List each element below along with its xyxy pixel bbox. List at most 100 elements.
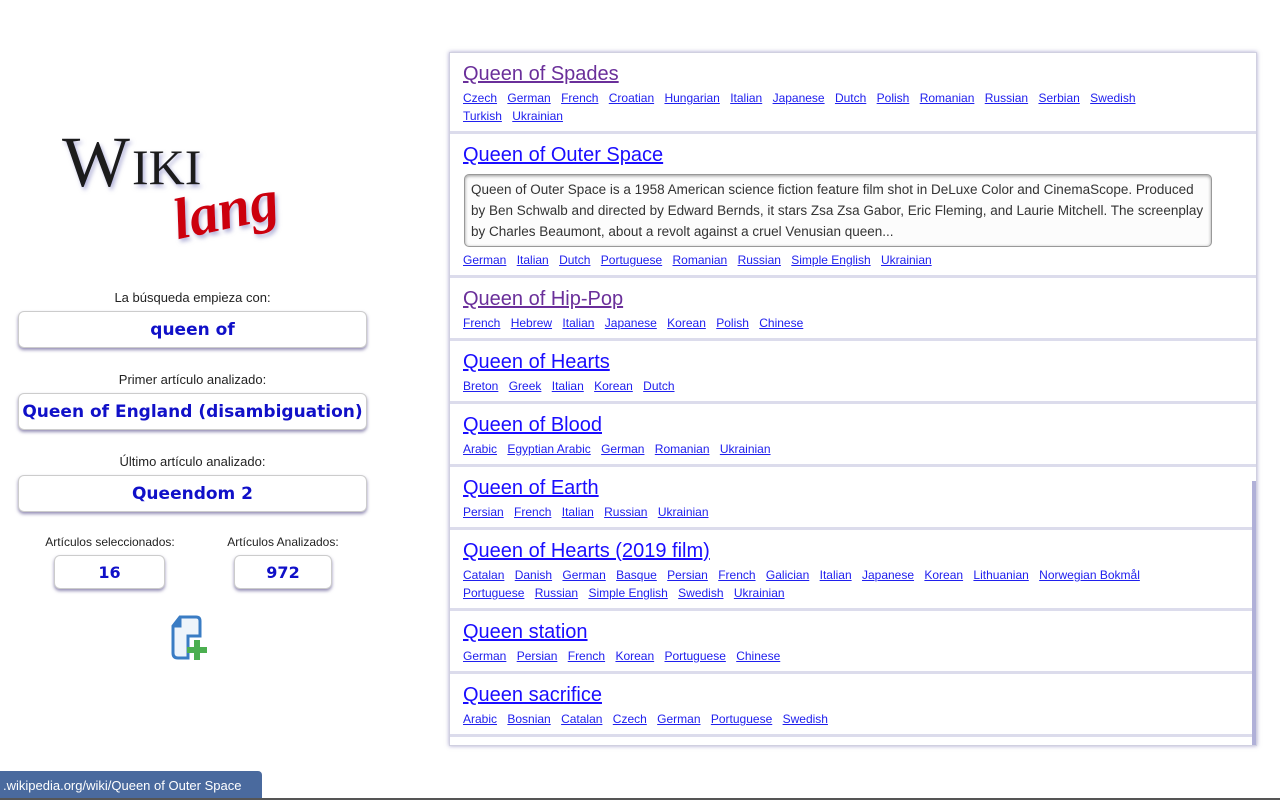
- language-link[interactable]: Russian: [535, 586, 578, 600]
- article-title-link[interactable]: Queen sacrifice: [463, 684, 602, 707]
- language-link[interactable]: Lithuanian: [973, 568, 1028, 582]
- language-link[interactable]: Portuguese: [601, 253, 662, 267]
- language-link[interactable]: Persian: [463, 505, 504, 519]
- language-link[interactable]: Portuguese: [463, 586, 524, 600]
- language-link[interactable]: Swedish: [1090, 91, 1135, 105]
- language-link[interactable]: Portuguese: [664, 649, 725, 663]
- language-link[interactable]: Swedish: [783, 712, 828, 726]
- language-link[interactable]: Simple English: [588, 586, 667, 600]
- language-link[interactable]: German: [601, 442, 644, 456]
- language-link[interactable]: Czech: [463, 91, 497, 105]
- language-link[interactable]: Danish: [515, 568, 552, 582]
- wikilang-logo: W IKI lang: [62, 122, 284, 252]
- language-link[interactable]: French: [718, 568, 755, 582]
- selected-count-value: 16: [54, 555, 165, 589]
- language-link[interactable]: Egyptian Arabic: [507, 442, 590, 456]
- language-link[interactable]: German: [463, 649, 506, 663]
- document-add-icon[interactable]: [168, 614, 214, 666]
- language-links: Arabic Bosnian Catalan Czech German Port…: [463, 710, 1163, 728]
- language-link[interactable]: German: [507, 91, 550, 105]
- language-link[interactable]: Croatian: [609, 91, 654, 105]
- language-link[interactable]: German: [562, 568, 605, 582]
- language-link[interactable]: French: [561, 91, 598, 105]
- language-link[interactable]: Ukrainian: [512, 109, 563, 123]
- result-item: Queen of Blood Arabic Egyptian Arabic Ger…: [450, 404, 1256, 467]
- language-link[interactable]: Japanese: [862, 568, 914, 582]
- article-title-link[interactable]: Queen of Hip-Pop: [463, 288, 623, 311]
- language-link[interactable]: Korean: [924, 568, 963, 582]
- article-title-link[interactable]: Queen of Earth: [463, 477, 599, 500]
- language-link[interactable]: Swedish: [678, 586, 723, 600]
- language-link[interactable]: Hebrew: [511, 316, 552, 330]
- language-link[interactable]: Dutch: [643, 379, 674, 393]
- language-link[interactable]: French: [568, 649, 605, 663]
- language-link[interactable]: Arabic: [463, 712, 497, 726]
- language-link[interactable]: French: [463, 316, 500, 330]
- language-link[interactable]: Russian: [604, 505, 647, 519]
- language-link[interactable]: Romanian: [920, 91, 975, 105]
- language-link[interactable]: Korean: [615, 649, 654, 663]
- language-link[interactable]: German: [463, 253, 506, 267]
- language-link[interactable]: Catalan: [561, 712, 602, 726]
- article-title-link[interactable]: Queen of Hearts: [463, 351, 610, 374]
- language-link[interactable]: Portuguese: [711, 712, 772, 726]
- analyzed-count-value: 972: [234, 555, 332, 589]
- language-link[interactable]: Basque: [616, 568, 657, 582]
- article-title-link[interactable]: Queen of Hearts (2019 film): [463, 540, 710, 563]
- article-title-link[interactable]: Queen station: [463, 621, 588, 644]
- result-item: Queen of Earth Persian French Italian Rus…: [450, 467, 1256, 530]
- article-title-link[interactable]: Queen of Spades: [463, 63, 619, 86]
- language-link[interactable]: Italian: [517, 253, 549, 267]
- search-prefix-field[interactable]: queen of: [18, 311, 367, 348]
- language-link[interactable]: Russian: [738, 253, 781, 267]
- language-link[interactable]: French: [514, 505, 551, 519]
- language-link[interactable]: Hungarian: [664, 91, 719, 105]
- language-link[interactable]: Serbian: [1038, 91, 1079, 105]
- language-link[interactable]: Greek: [509, 379, 542, 393]
- language-link[interactable]: Italian: [820, 568, 852, 582]
- results-list[interactable]: Queen of Spades Czech German French Croat…: [449, 52, 1257, 746]
- partial-list-item: [450, 737, 1256, 745]
- language-links: Breton Greek Italian Korean Dutch: [463, 377, 1163, 395]
- language-link[interactable]: Arabic: [463, 442, 497, 456]
- language-link[interactable]: Dutch: [835, 91, 866, 105]
- language-link[interactable]: Catalan: [463, 568, 504, 582]
- language-link[interactable]: German: [657, 712, 700, 726]
- language-link[interactable]: Czech: [613, 712, 647, 726]
- article-title-link[interactable]: Queen of Outer Space: [463, 144, 663, 167]
- language-link[interactable]: Korean: [594, 379, 633, 393]
- language-link[interactable]: Romanian: [655, 442, 710, 456]
- result-item: Queen of Hip-Pop French Hebrew Italian Ja…: [450, 278, 1256, 341]
- language-link[interactable]: Italian: [562, 316, 594, 330]
- language-link[interactable]: Chinese: [759, 316, 803, 330]
- language-link[interactable]: Ukrainian: [720, 442, 771, 456]
- language-link[interactable]: Breton: [463, 379, 498, 393]
- language-link[interactable]: Italian: [562, 505, 594, 519]
- language-link[interactable]: Ukrainian: [658, 505, 709, 519]
- language-link[interactable]: Italian: [730, 91, 762, 105]
- language-link[interactable]: Simple English: [791, 253, 870, 267]
- language-link[interactable]: Romanian: [673, 253, 728, 267]
- language-link[interactable]: Japanese: [605, 316, 657, 330]
- language-link[interactable]: Turkish: [463, 109, 502, 123]
- language-link[interactable]: Bosnian: [507, 712, 550, 726]
- result-item: Queen of Spades Czech German French Croat…: [450, 53, 1256, 134]
- language-link[interactable]: Ukrainian: [734, 586, 785, 600]
- result-item: Queen sacrifice Arabic Bosnian Catalan Cz…: [450, 674, 1256, 737]
- language-link[interactable]: Polish: [877, 91, 910, 105]
- language-link[interactable]: Norwegian Bokmål: [1039, 568, 1140, 582]
- language-link[interactable]: Persian: [667, 568, 708, 582]
- language-link[interactable]: Russian: [985, 91, 1028, 105]
- language-link[interactable]: Dutch: [559, 253, 590, 267]
- language-link[interactable]: Polish: [716, 316, 749, 330]
- language-link[interactable]: Chinese: [736, 649, 780, 663]
- language-link[interactable]: Persian: [517, 649, 558, 663]
- article-title-link[interactable]: Queen of Blood: [463, 414, 602, 437]
- language-link[interactable]: Italian: [552, 379, 584, 393]
- language-link[interactable]: Korean: [667, 316, 706, 330]
- language-link[interactable]: Japanese: [773, 91, 825, 105]
- language-link[interactable]: Galician: [766, 568, 809, 582]
- scrollbar-thumb[interactable]: [1252, 481, 1256, 745]
- language-link[interactable]: Ukrainian: [881, 253, 932, 267]
- result-item: Queen of Outer Space Queen of Outer Space…: [450, 134, 1256, 278]
